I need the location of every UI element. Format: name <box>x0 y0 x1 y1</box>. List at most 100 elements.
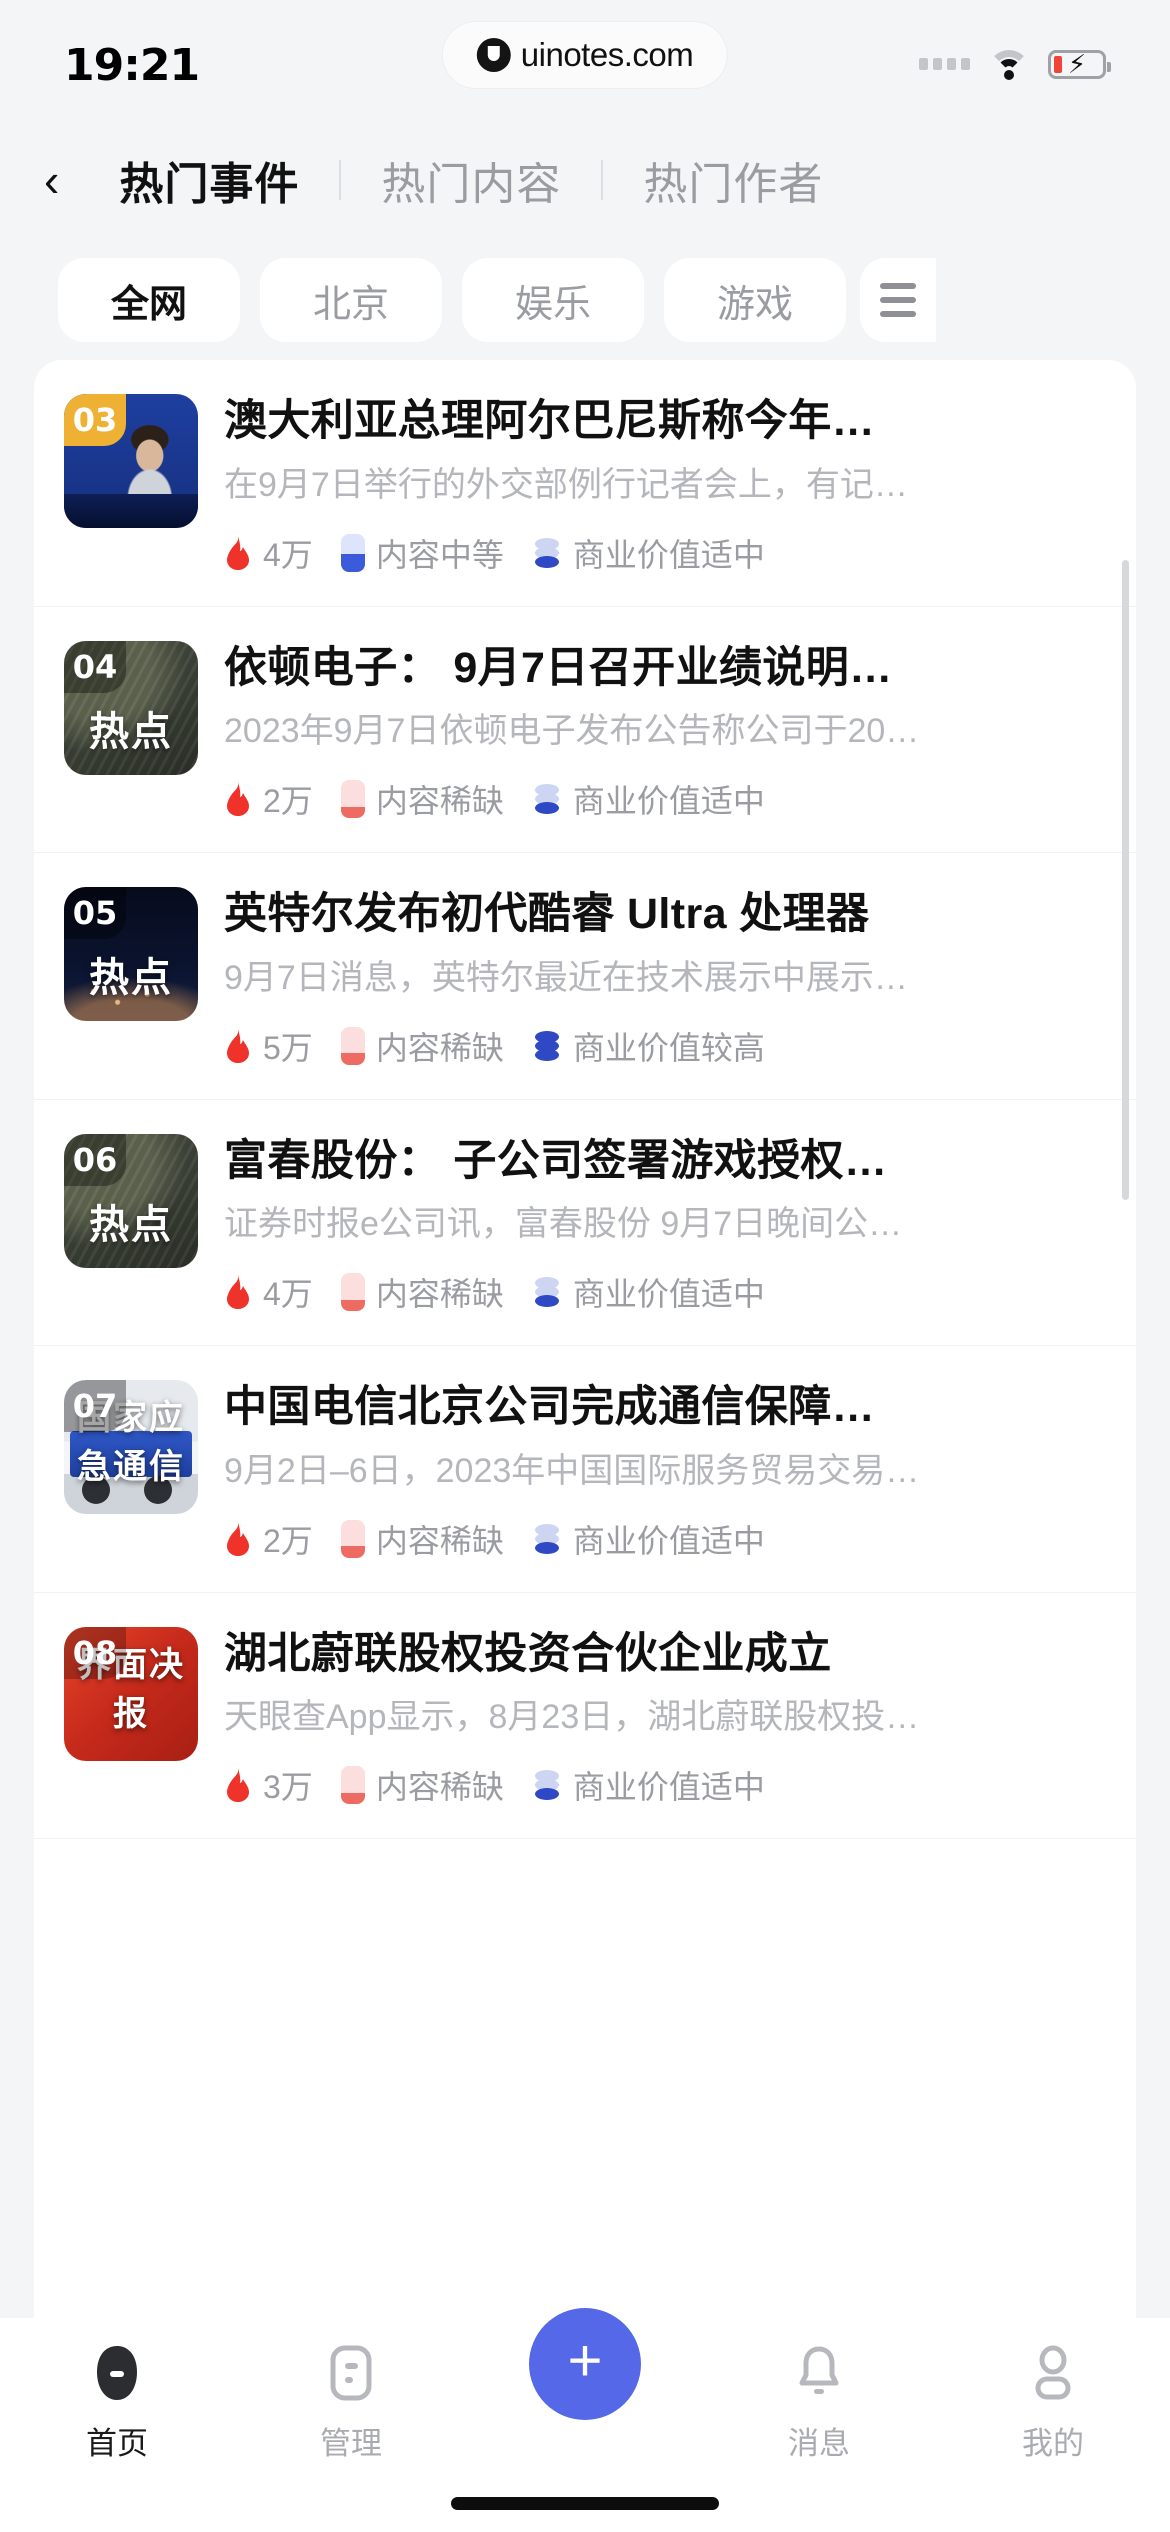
list-item[interactable]: 07 国家应急通信 中国电信北京公司完成通信保障… 9月2日–6日，2023年中国国际… <box>34 1346 1136 1593</box>
nav-label-profile: 我的 <box>1022 2426 1084 2461</box>
tab-hot-events[interactable]: 热门事件 <box>79 148 339 212</box>
item-metadata: 4万 内容中等 商业价值适中 <box>224 530 1106 576</box>
filter-chip-games[interactable]: 游戏 <box>664 258 846 342</box>
filter-chip-entertainment[interactable]: 娱乐 <box>462 258 644 342</box>
tab-hot-content[interactable]: 热门内容 <box>341 148 601 212</box>
flame-icon <box>224 1521 252 1556</box>
chevron-left-icon[interactable]: ‹ <box>44 157 79 203</box>
nav-item-manage[interactable]: 管理 <box>234 2342 468 2463</box>
thumbnail-caption: 热点 <box>89 956 173 1001</box>
item-body: 澳大利亚总理阿尔巴尼斯称今年… 在9月7日举行的外交部例行记者会上，有记… 4万 内容… <box>224 394 1106 576</box>
hamburger-menu-icon[interactable] <box>860 258 936 342</box>
item-title[interactable]: 中国电信北京公司完成通信保障… <box>224 1382 1106 1433</box>
nav-label-messages: 消息 <box>788 2426 850 2461</box>
item-metadata: 2万 内容稀缺 商业价值适中 <box>224 776 1106 822</box>
item-body: 富春股份： 子公司签署游戏授权… 证券时报e公司讯，富春股份 9月7日晚间公… 4万… <box>224 1134 1106 1316</box>
item-body: 中国电信北京公司完成通信保障… 9月2日–6日，2023年中国国际服务贸易交易… 2… <box>224 1380 1106 1562</box>
item-thumbnail: 04 热点 <box>64 640 198 775</box>
item-snippet: 证券时报e公司讯，富春股份 9月7日晚间公… <box>224 1205 903 1244</box>
item-metadata: 3万 内容稀缺 商业价值适中 <box>224 1762 1106 1808</box>
nav-item-create[interactable]: + <box>468 2308 702 2420</box>
home-indicator <box>451 2497 719 2510</box>
commercial-value-label: 商业价值适中 <box>572 536 765 573</box>
list-item[interactable]: 06 热点 富春股份： 子公司签署游戏授权… 证券时报e公司讯，富春股份 9月7日晚间… <box>34 1100 1136 1347</box>
page-header: ‹ 热门事件 热门内容 热门作者 <box>0 120 1170 240</box>
item-metadata: 4万 内容稀缺 商业价值适中 <box>224 1269 1106 1315</box>
commercial-value-metric: 商业价值适中 <box>532 1762 765 1808</box>
item-snippet: 9月2日–6日，2023年中国国际服务贸易交易… <box>224 1451 920 1490</box>
content-level-label: 内容稀缺 <box>375 1522 504 1559</box>
content-level-metric: 内容稀缺 <box>340 1762 504 1808</box>
content-level-medium-icon <box>340 533 365 572</box>
item-rank-badge: 07 <box>64 1380 126 1433</box>
item-title[interactable]: 富春股份： 子公司签署游戏授权… <box>224 1136 1106 1187</box>
item-rank-badge: 05 <box>64 887 126 940</box>
item-thumbnail: 05 热点 <box>64 887 198 1022</box>
commercial-value-metric: 商业价值较高 <box>532 1023 765 1069</box>
nav-item-messages[interactable]: 消息 <box>702 2342 936 2463</box>
heat-metric: 4万 <box>224 530 313 576</box>
heat-value: 5万 <box>263 1029 313 1066</box>
flame-icon <box>224 1768 252 1803</box>
tab-hot-authors[interactable]: 热门作者 <box>603 148 863 212</box>
content-level-label: 内容稀缺 <box>375 783 504 820</box>
uinotes-logo-icon <box>476 38 511 72</box>
item-rank-badge: 08 <box>64 1626 126 1679</box>
heat-metric: 4万 <box>224 1269 313 1315</box>
commercial-value-label: 商业价值适中 <box>572 783 765 820</box>
item-body: 湖北蔚联股权投资合伙企业成立 天眼查App显示，8月23日，湖北蔚联股权投… 3万 内… <box>224 1627 1106 1809</box>
list-scrollbar[interactable] <box>1122 560 1129 1200</box>
content-level-label: 内容稀缺 <box>375 1029 504 1066</box>
filter-chip-all[interactable]: 全网 <box>58 258 240 342</box>
heat-value: 2万 <box>263 783 313 820</box>
battery-charging-icon: ⚡ <box>1048 49 1111 79</box>
heat-metric: 3万 <box>224 1762 313 1808</box>
item-snippet: 9月7日消息，英特尔最近在技术展示中展示… <box>224 958 908 997</box>
status-time: 19:21 <box>64 39 200 91</box>
content-level-metric: 内容稀缺 <box>340 1516 504 1562</box>
nav-item-home[interactable]: 首页 <box>0 2342 234 2463</box>
bell-icon <box>796 2342 842 2404</box>
item-thumbnail: 03 <box>64 394 198 528</box>
plus-icon[interactable]: + <box>529 2308 641 2420</box>
flame-icon <box>224 1028 252 1063</box>
content-level-label: 内容中等 <box>375 536 504 573</box>
commercial-value-label: 商业价值适中 <box>572 1522 765 1559</box>
filter-chip-beijing[interactable]: 北京 <box>260 258 442 342</box>
item-metadata: 5万 内容稀缺 商业价值较高 <box>224 1023 1106 1069</box>
nav-label-home: 首页 <box>86 2426 148 2461</box>
content-level-metric: 内容稀缺 <box>340 1269 504 1315</box>
item-title[interactable]: 依顿电子： 9月7日召开业绩说明… <box>224 643 1106 694</box>
nav-label-manage: 管理 <box>320 2426 382 2461</box>
status-indicators: ⚡ <box>919 48 1111 80</box>
heat-metric: 2万 <box>224 1516 313 1562</box>
flame-icon <box>224 1275 252 1310</box>
home-icon <box>93 2342 141 2404</box>
commercial-value-metric: 商业价值适中 <box>532 776 765 822</box>
heat-value: 4万 <box>263 1276 313 1313</box>
heat-value: 4万 <box>263 536 313 573</box>
status-bar: 19:21 uinotes.com ⚡ <box>0 0 1170 120</box>
list-item[interactable]: 08 界面决报 湖北蔚联股权投资合伙企业成立 天眼查App显示，8月23日，湖北蔚联股… <box>34 1593 1136 1840</box>
heat-metric: 5万 <box>224 1023 313 1069</box>
item-thumbnail: 07 国家应急通信 <box>64 1380 198 1515</box>
item-title[interactable]: 英特尔发布初代酷睿 Ultra 处理器 <box>224 889 1106 940</box>
item-title[interactable]: 澳大利亚总理阿尔巴尼斯称今年… <box>224 396 1106 447</box>
list-item[interactable]: 05 热点 英特尔发布初代酷睿 Ultra 处理器 9月7日消息，英特尔最近在技术展示… <box>34 853 1136 1100</box>
list-item[interactable]: 04 热点 依顿电子： 9月7日召开业绩说明… 2023年9月7日依顿电子发布公告称公… <box>34 607 1136 854</box>
item-rank-badge: 03 <box>64 394 126 446</box>
list-manage-icon <box>329 2342 373 2404</box>
person-icon <box>1030 2342 1076 2404</box>
commercial-value-label: 商业价值适中 <box>572 1276 765 1313</box>
hot-events-list: 03 澳大利亚总理阿尔巴尼斯称今年… 在9月7日举行的外交部例行记者会上，有记… 4万… <box>34 360 1136 2318</box>
bottom-navigation-bar: 首页 管理 + 消息 我的 <box>0 2308 1170 2532</box>
content-level-metric: 内容稀缺 <box>340 1023 504 1069</box>
content-level-low-icon <box>340 1273 365 1312</box>
item-title[interactable]: 湖北蔚联股权投资合伙企业成立 <box>224 1629 1106 1680</box>
item-metadata: 2万 内容稀缺 商业价值适中 <box>224 1516 1106 1562</box>
flame-icon <box>224 535 252 570</box>
commercial-value-metric: 商业价值适中 <box>532 530 765 576</box>
list-item[interactable]: 03 澳大利亚总理阿尔巴尼斯称今年… 在9月7日举行的外交部例行记者会上，有记… 4万… <box>34 360 1136 607</box>
nav-item-profile[interactable]: 我的 <box>936 2342 1170 2463</box>
heat-metric: 2万 <box>224 776 313 822</box>
